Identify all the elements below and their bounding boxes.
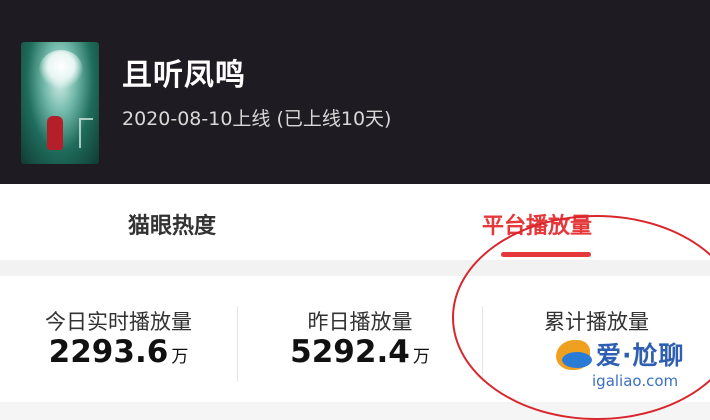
active-tab-indicator (501, 252, 591, 257)
stat-yesterday: 昨日播放量 5292.4 万 (238, 276, 482, 402)
stat-unit: 万 (171, 347, 189, 367)
stat-number: 5292.4 (290, 334, 410, 370)
phoenix-art (39, 50, 83, 90)
tab-maoyan-heat[interactable]: 猫眼热度 (128, 208, 216, 240)
drama-header: 且听凤鸣 2020-08-10上线 (已上线10天) (0, 0, 710, 184)
stat-unit: 万 (412, 347, 430, 367)
tab-platform-plays[interactable]: 平台播放量 (482, 208, 592, 240)
release-info: 2020-08-10上线 (已上线10天) (122, 108, 392, 130)
stat-label: 累计播放量 (544, 310, 649, 334)
watermark: 爱·尬聊 igaliao.com (556, 336, 706, 398)
watermark-url: igaliao.com (592, 372, 679, 390)
drama-title: 且听凤鸣 (122, 58, 246, 93)
section-gap (0, 260, 710, 276)
stat-value: 5292.4 万 (238, 334, 482, 370)
stat-value: 2293.6 万 (0, 334, 237, 370)
tab-bar: 猫眼热度 平台播放量 (0, 184, 710, 260)
poster-image[interactable] (21, 42, 99, 164)
stat-label: 今日实时播放量 (45, 310, 192, 334)
stat-today: 今日实时播放量 2293.6 万 (0, 276, 237, 402)
poster-figure (47, 116, 63, 150)
stat-label: 昨日播放量 (307, 310, 413, 334)
poster-calligraphy (79, 118, 93, 148)
watermark-text: 爱·尬聊 (596, 341, 685, 370)
stat-number: 2293.6 (48, 334, 169, 370)
watermark-logo-icon (556, 340, 592, 370)
